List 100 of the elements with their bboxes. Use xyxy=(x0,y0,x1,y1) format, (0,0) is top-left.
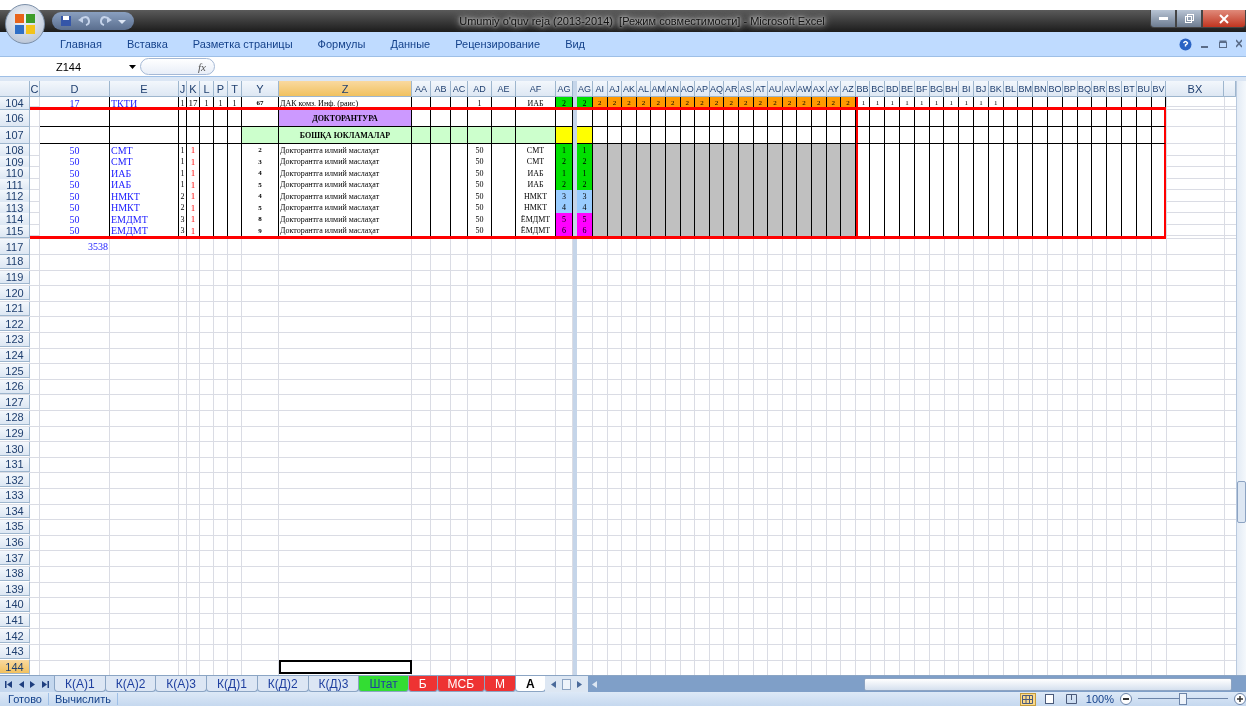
row-header[interactable]: 137 xyxy=(0,551,30,566)
row-header[interactable]: 128 xyxy=(0,410,30,425)
column-header[interactable]: E xyxy=(110,81,179,97)
row-header[interactable]: 132 xyxy=(0,473,30,488)
column-header[interactable]: AM xyxy=(651,81,666,97)
sheet-tab[interactable]: К(Д)2 xyxy=(256,676,309,692)
column-header[interactable]: BS xyxy=(1107,81,1123,97)
ribbon-tab[interactable]: Разметка страницы xyxy=(192,38,293,50)
column-header[interactable]: AW xyxy=(797,81,812,97)
sheet-tab[interactable]: Штат xyxy=(358,676,409,692)
row-header[interactable]: 125 xyxy=(0,364,30,378)
column-header[interactable]: L xyxy=(200,81,214,97)
column-header[interactable]: AR xyxy=(724,81,739,97)
scroll-left-icon[interactable] xyxy=(550,680,556,688)
column-header[interactable]: BX xyxy=(1166,81,1225,97)
normal-view-button[interactable] xyxy=(1019,692,1036,706)
ribbon-tab[interactable]: Данные xyxy=(390,38,431,50)
ribbon-tab[interactable]: Рецензирование xyxy=(455,38,541,50)
sheet-tab[interactable]: К(А)3 xyxy=(155,676,207,692)
column-header[interactable]: D xyxy=(40,81,110,97)
sheet-tab[interactable]: К(Д)3 xyxy=(307,676,360,692)
column-header[interactable]: AG xyxy=(556,81,573,97)
row-header[interactable]: 142 xyxy=(0,629,30,644)
row-header[interactable]: 139 xyxy=(0,582,30,597)
horizontal-scrollbar[interactable] xyxy=(587,676,1246,692)
row-header[interactable]: 138 xyxy=(0,566,30,581)
row-header[interactable]: 129 xyxy=(0,426,30,441)
scroll-thumb-icon[interactable] xyxy=(561,678,571,690)
column-header[interactable]: BD xyxy=(885,81,901,97)
ribbon-tab[interactable]: Главная xyxy=(60,38,102,50)
column-header[interactable]: BN xyxy=(1033,81,1049,97)
column-header[interactable]: BT xyxy=(1122,81,1137,97)
row-header[interactable]: 124 xyxy=(0,348,30,363)
column-header[interactable]: P xyxy=(214,81,228,97)
column-header[interactable]: AC xyxy=(451,81,468,97)
page-break-button[interactable] xyxy=(1063,692,1080,706)
ribbon-tab[interactable]: Вставка xyxy=(126,38,168,50)
help-icon[interactable] xyxy=(1179,37,1192,51)
row-header[interactable]: 104 xyxy=(0,97,30,110)
save-icon[interactable] xyxy=(60,15,72,27)
column-header[interactable]: AK xyxy=(622,81,637,97)
row-header[interactable]: 134 xyxy=(0,504,30,519)
redo-icon[interactable] xyxy=(98,15,112,27)
column-header[interactable]: AG xyxy=(577,81,593,97)
zoom-in-button[interactable] xyxy=(1234,693,1246,705)
sheet-tab[interactable]: М xyxy=(484,676,517,692)
undo-icon[interactable] xyxy=(78,15,92,27)
column-header[interactable]: AP xyxy=(695,81,710,97)
row-header[interactable]: 130 xyxy=(0,442,30,456)
column-header[interactable]: BC xyxy=(870,81,886,97)
sheet-tab[interactable]: МСБ xyxy=(436,676,486,692)
row-header[interactable]: 140 xyxy=(0,598,30,612)
column-header[interactable]: AE xyxy=(492,81,516,97)
row-header[interactable]: 136 xyxy=(0,535,30,550)
vertical-scrollbar[interactable] xyxy=(1236,81,1246,675)
row-header[interactable]: 106 xyxy=(0,110,30,127)
row-header[interactable]: 119 xyxy=(0,270,30,285)
column-header[interactable]: AA xyxy=(412,81,431,97)
row-header[interactable]: 133 xyxy=(0,488,30,503)
ribbon-tab[interactable]: Формулы xyxy=(317,38,366,50)
minimize-button[interactable] xyxy=(1150,10,1176,28)
sheet-tab[interactable]: К(Д)1 xyxy=(206,676,258,692)
row-header[interactable]: 122 xyxy=(0,317,30,332)
column-header[interactable]: Z xyxy=(279,81,412,97)
row-header[interactable]: 120 xyxy=(0,286,30,300)
column-header[interactable]: Y xyxy=(242,81,279,97)
column-header[interactable]: AU xyxy=(768,81,783,97)
function-button[interactable]: fx xyxy=(198,60,206,73)
column-header[interactable]: AB xyxy=(431,81,451,97)
close-button[interactable] xyxy=(1202,10,1246,28)
column-header[interactable]: BM xyxy=(1018,81,1034,97)
scroll-right-icon[interactable] xyxy=(576,680,582,688)
row-header[interactable]: 144 xyxy=(0,660,30,675)
sheet-tab[interactable]: А xyxy=(515,676,546,692)
column-header[interactable]: AF xyxy=(516,81,556,97)
row-header[interactable]: 121 xyxy=(0,301,30,316)
row-header[interactable]: 143 xyxy=(0,644,30,659)
row-header[interactable]: 135 xyxy=(0,520,30,534)
close-icon[interactable] xyxy=(1236,39,1242,49)
name-box[interactable]: Z144 xyxy=(0,58,140,75)
row-header[interactable]: 126 xyxy=(0,379,30,394)
sheet-tab[interactable]: Б xyxy=(407,676,438,692)
column-header[interactable]: K xyxy=(187,81,200,97)
column-header[interactable]: BI xyxy=(959,81,975,97)
column-header[interactable]: BJ xyxy=(974,81,989,97)
column-header[interactable]: AZ xyxy=(841,81,856,97)
ribbon-tab[interactable]: Вид xyxy=(565,38,586,50)
next-sheet-icon[interactable] xyxy=(30,680,36,688)
column-header[interactable]: BE xyxy=(900,81,915,97)
restore-button[interactable] xyxy=(1176,10,1202,28)
first-sheet-icon[interactable] xyxy=(5,680,13,688)
row-header[interactable]: 131 xyxy=(0,457,30,472)
column-header[interactable]: AI xyxy=(593,81,608,97)
last-sheet-icon[interactable] xyxy=(41,680,49,688)
sheet-tab[interactable]: К(А)2 xyxy=(104,676,157,692)
column-header[interactable]: BO xyxy=(1048,81,1063,97)
row-header[interactable]: 141 xyxy=(0,613,30,628)
previous-sheet-icon[interactable] xyxy=(18,680,24,688)
column-header[interactable]: BR xyxy=(1092,81,1108,97)
zoom-out-button[interactable] xyxy=(1120,693,1132,705)
